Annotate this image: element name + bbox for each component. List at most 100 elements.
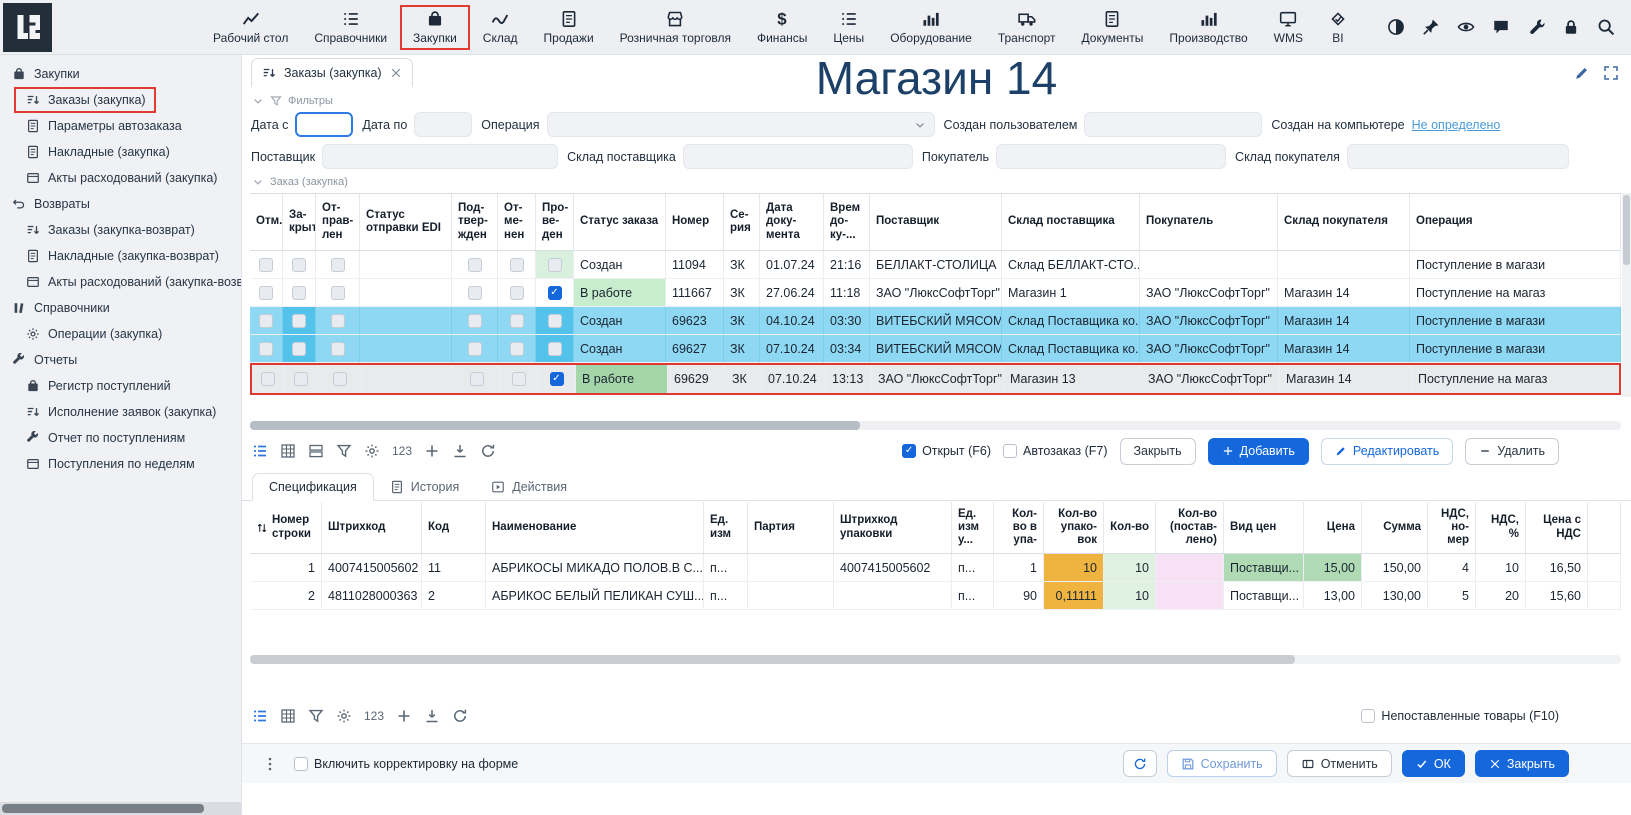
tab-orders-purchase[interactable]: Заказы (закупка) bbox=[251, 58, 413, 87]
sidebar-item-receipts-register[interactable]: Регистр поступлений bbox=[14, 373, 181, 399]
supplier-input[interactable] bbox=[322, 144, 558, 169]
close-order-button[interactable]: Закрыть bbox=[1120, 438, 1196, 465]
created-on-computer-link[interactable]: Не определено bbox=[1412, 118, 1501, 132]
scrollbar-thumb[interactable] bbox=[250, 655, 1295, 664]
column-header[interactable]: Склад покупателя bbox=[1278, 194, 1410, 250]
menu-item-sales[interactable]: Продажи bbox=[531, 5, 607, 50]
confirmed-checkbox[interactable] bbox=[470, 372, 484, 386]
orders-horizontal-scrollbar[interactable] bbox=[250, 421, 1621, 430]
confirmed-checkbox[interactable] bbox=[468, 286, 482, 300]
close-icon[interactable] bbox=[390, 67, 402, 79]
undelivered-goods-checkbox[interactable]: Непоставленные товары (F10) bbox=[1361, 709, 1559, 723]
sidebar-item-reports[interactable]: Отчеты bbox=[0, 347, 87, 373]
sort-updown-icon[interactable] bbox=[256, 522, 268, 534]
save-button[interactable]: Сохранить bbox=[1167, 750, 1277, 777]
column-header[interactable]: Кол-во (постав-лено) bbox=[1156, 502, 1224, 553]
closed-checkbox[interactable] bbox=[292, 342, 306, 356]
sidebar-item-expense-acts[interactable]: Акты расходований (закупка) bbox=[14, 165, 227, 191]
column-header[interactable]: Сумма bbox=[1362, 502, 1428, 553]
chat-icon[interactable] bbox=[1492, 18, 1510, 36]
closed-checkbox[interactable] bbox=[292, 314, 306, 328]
spec-row[interactable]: 2 4811028000363 2 АБРИКОС БЕЛЫЙ ПЕЛИКАН … bbox=[250, 582, 1621, 610]
cancelled-checkbox[interactable] bbox=[512, 372, 526, 386]
column-header[interactable]: За-крыт bbox=[283, 194, 316, 250]
posted-checkbox[interactable] bbox=[548, 258, 562, 272]
view-list-icon[interactable] bbox=[252, 443, 268, 459]
sidebar-item-receipts-by-week[interactable]: Поступления по неделям bbox=[14, 451, 205, 477]
edit-order-button[interactable]: Редактировать bbox=[1321, 438, 1453, 465]
sidebar-item-receipts-report[interactable]: Отчет по поступлениям bbox=[14, 425, 195, 451]
column-header[interactable]: Дата доку-мента bbox=[760, 194, 824, 250]
column-header[interactable]: Штрихкод bbox=[322, 502, 422, 553]
menu-item-equipment[interactable]: Оборудование bbox=[877, 5, 985, 50]
cancelled-checkbox[interactable] bbox=[510, 314, 524, 328]
open-f6-checkbox[interactable]: Открыт (F6) bbox=[902, 444, 991, 458]
scrollbar-thumb[interactable] bbox=[250, 421, 860, 430]
confirmed-checkbox[interactable] bbox=[468, 258, 482, 272]
order-row[interactable]: В работе 111667 ЗК 27.06.24 11:18 ЗАО "Л… bbox=[250, 279, 1621, 307]
buyer-warehouse-input[interactable] bbox=[1347, 144, 1569, 169]
settings-gear-icon[interactable] bbox=[336, 708, 352, 724]
menu-item-documents[interactable]: Документы bbox=[1069, 5, 1157, 50]
sent-checkbox[interactable] bbox=[331, 258, 345, 272]
column-header[interactable]: Поставщик bbox=[870, 194, 1002, 250]
mark-checkbox[interactable] bbox=[259, 286, 273, 300]
scrollbar-thumb[interactable] bbox=[2, 804, 204, 813]
posted-checkbox[interactable] bbox=[550, 372, 564, 386]
spec-horizontal-scrollbar[interactable] bbox=[250, 655, 1621, 664]
column-header[interactable]: Кол-во в упа- bbox=[994, 502, 1044, 553]
filter-icon[interactable] bbox=[308, 708, 324, 724]
sidebar-item-request-execution[interactable]: Исполнение заявок (закупка) bbox=[14, 399, 226, 425]
filter-icon[interactable] bbox=[336, 443, 352, 459]
column-header[interactable]: Про-ве-ден bbox=[536, 194, 574, 250]
order-row[interactable]: Создан 11094 ЗК 01.07.24 21:16 БЕЛЛАКТ-С… bbox=[250, 251, 1621, 279]
column-header[interactable]: Вид цен bbox=[1224, 502, 1304, 553]
pencil-icon[interactable] bbox=[1574, 65, 1590, 81]
sidebar-item-references[interactable]: Справочники bbox=[0, 295, 120, 321]
cancelled-checkbox[interactable] bbox=[510, 342, 524, 356]
date-to-input[interactable] bbox=[414, 112, 472, 137]
column-header[interactable]: Партия bbox=[748, 502, 834, 553]
view-table-icon[interactable] bbox=[280, 443, 296, 459]
menu-item-desktop[interactable]: Рабочий стол bbox=[200, 5, 301, 50]
column-header[interactable]: Штрихкод упаковки bbox=[834, 502, 952, 553]
column-header[interactable]: Се-рия bbox=[724, 194, 760, 250]
sidebar-item-orders-return[interactable]: Заказы (закупка-возврат) bbox=[14, 217, 205, 243]
more-options-icon[interactable] bbox=[262, 756, 278, 772]
enable-correction-checkbox[interactable]: Включить корректировку на форме bbox=[294, 757, 518, 771]
tab-history[interactable]: История bbox=[374, 474, 475, 500]
order-row[interactable]: Создан 69627 ЗК 07.10.24 03:34 ВИТЕБСКИЙ… bbox=[250, 335, 1621, 363]
posted-checkbox[interactable] bbox=[548, 342, 562, 356]
order-row[interactable]: Создан 69623 ЗК 04.10.24 03:30 ВИТЕБСКИЙ… bbox=[250, 307, 1621, 335]
add-order-button[interactable]: Добавить bbox=[1208, 438, 1309, 465]
orders-vertical-scrollbar[interactable] bbox=[1622, 193, 1631, 397]
sent-checkbox[interactable] bbox=[331, 286, 345, 300]
app-logo[interactable] bbox=[3, 3, 52, 52]
pin-icon[interactable] bbox=[1422, 18, 1440, 36]
mark-checkbox[interactable] bbox=[259, 314, 273, 328]
buyer-input[interactable] bbox=[996, 144, 1226, 169]
download-icon[interactable] bbox=[452, 443, 468, 459]
posted-checkbox[interactable] bbox=[548, 314, 562, 328]
refresh-icon[interactable] bbox=[452, 708, 468, 724]
sidebar-item-invoices-purchase[interactable]: Накладные (закупка) bbox=[14, 139, 180, 165]
menu-item-finance[interactable]: Финансы bbox=[744, 5, 820, 50]
column-header[interactable]: Покупатель bbox=[1140, 194, 1278, 250]
plus-icon[interactable] bbox=[424, 443, 440, 459]
menu-item-references[interactable]: Справочники bbox=[301, 5, 400, 50]
closed-checkbox[interactable] bbox=[294, 372, 308, 386]
orders-section-header[interactable]: Заказ (закупка) bbox=[252, 176, 348, 188]
sidebar-item-operations[interactable]: Операции (закупка) bbox=[14, 321, 172, 347]
column-header[interactable]: Наименование bbox=[486, 502, 704, 553]
column-header[interactable]: Статус отправки EDI bbox=[360, 194, 452, 250]
menu-item-bi[interactable]: BI bbox=[1316, 5, 1360, 50]
contrast-icon[interactable] bbox=[1387, 18, 1405, 36]
checkbox[interactable] bbox=[294, 757, 308, 771]
cancel-button[interactable]: Отменить bbox=[1287, 750, 1392, 777]
cancelled-checkbox[interactable] bbox=[510, 286, 524, 300]
column-header[interactable]: Код bbox=[422, 502, 486, 553]
confirmed-checkbox[interactable] bbox=[468, 342, 482, 356]
menu-item-prices[interactable]: Цены bbox=[820, 5, 877, 50]
sent-checkbox[interactable] bbox=[333, 372, 347, 386]
operation-select[interactable] bbox=[547, 112, 935, 137]
